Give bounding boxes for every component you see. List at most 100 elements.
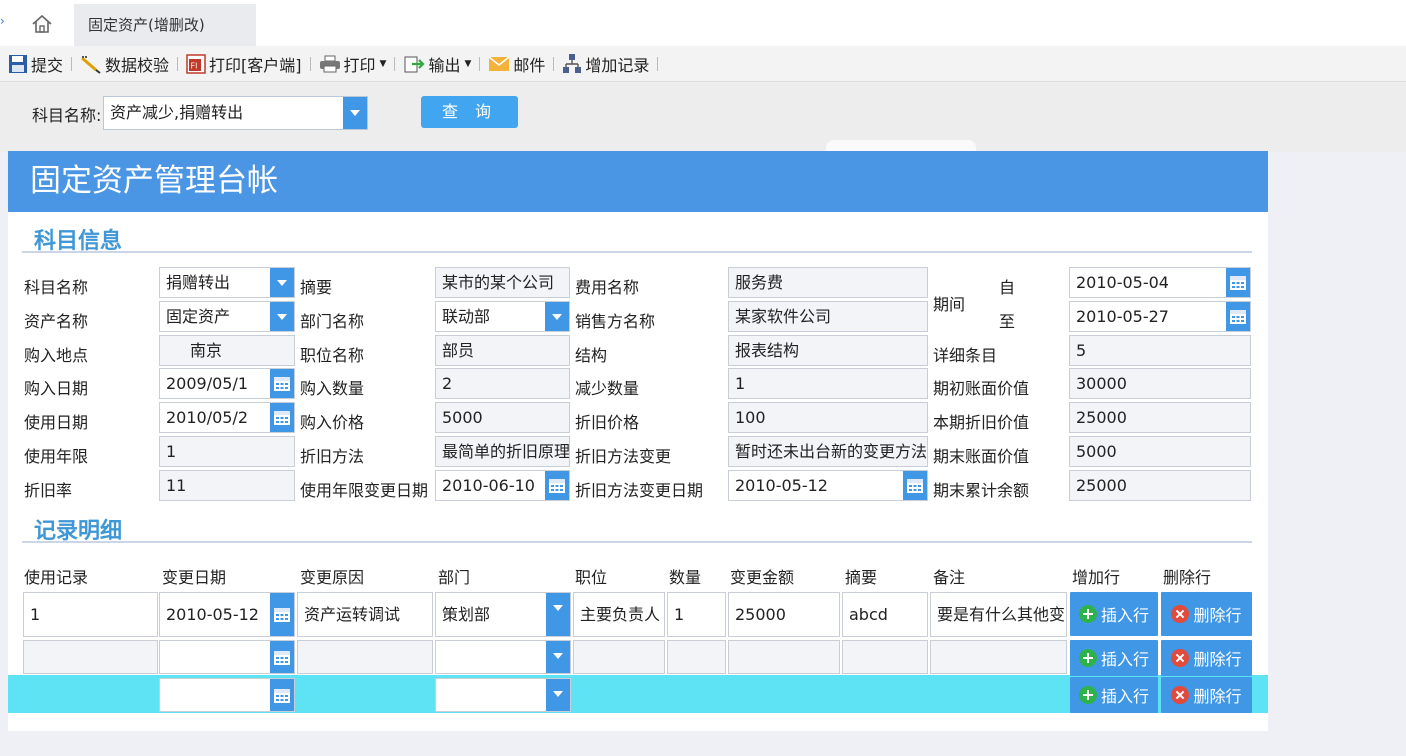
depr-method-field[interactable]: 最简单的折旧原理 — [435, 436, 570, 467]
table-cell-position[interactable]: 主要负责人 — [573, 592, 665, 637]
subject-name-select[interactable]: 捐赠转出 — [159, 267, 295, 298]
print-client-button[interactable]: Fl 打印[客户端] — [186, 46, 302, 82]
col-header-remark: 备注 — [933, 568, 966, 587]
period-to-field[interactable]: 2010-05-27 — [1069, 301, 1251, 332]
calendar-icon[interactable] — [1226, 268, 1250, 297]
purchase-place-field[interactable]: 南京 — [159, 335, 295, 366]
table-cell-qty[interactable] — [667, 640, 726, 674]
table-cell-amount[interactable]: 25000 — [728, 592, 840, 637]
report-panel: 固定资产管理台帐 科目信息 科目名称 资产名称 购入地点 购入日期 使用日期 使… — [8, 151, 1268, 731]
dept-name-select[interactable]: 联动部 — [435, 301, 570, 332]
chevron-down-icon[interactable] — [546, 593, 570, 636]
table-cell-remark[interactable] — [930, 640, 1067, 674]
depr-method-change-field[interactable]: 暂时还未出台新的变更方法 — [728, 436, 928, 467]
detail-count-field[interactable]: 5 — [1069, 335, 1251, 366]
table-cell-amount[interactable] — [728, 640, 840, 674]
table-cell-reason[interactable]: 资产运转调试 — [297, 592, 433, 637]
closing-accum-balance-field[interactable]: 25000 — [1069, 470, 1251, 501]
use-years-field[interactable]: 1 — [159, 436, 295, 467]
table-cell-remark[interactable]: 要是有什么其他变 — [930, 592, 1067, 637]
table-cell-record[interactable]: 1 — [23, 592, 158, 637]
calendar-icon[interactable] — [545, 471, 569, 500]
query-button[interactable]: 查 询 — [421, 96, 518, 128]
chevron-down-icon[interactable] — [270, 268, 294, 297]
chevron-down-icon[interactable] — [546, 679, 570, 711]
chevron-down-icon[interactable] — [343, 97, 367, 129]
submit-button[interactable]: 提交 — [8, 46, 63, 82]
mail-button[interactable]: 邮件 — [488, 46, 545, 82]
label-depr-method-change-date: 折旧方法变更日期 — [575, 481, 704, 500]
calendar-icon[interactable] — [270, 403, 294, 432]
calendar-icon[interactable] — [270, 369, 294, 398]
calendar-icon[interactable] — [1226, 302, 1250, 331]
table-cell-date[interactable] — [159, 640, 295, 674]
label-years-change-date: 使用年限变更日期 — [300, 481, 429, 500]
query-subject-select[interactable]: 资产减少,捐赠转出 — [103, 96, 368, 130]
delete-row-button[interactable]: 删除行 — [1161, 592, 1252, 636]
table-cell-summary[interactable]: abcd — [842, 592, 928, 637]
table-cell-date[interactable] — [159, 678, 295, 712]
decrease-qty-field[interactable]: 1 — [728, 368, 928, 399]
current-depr-value-field[interactable]: 25000 — [1069, 402, 1251, 433]
calendar-icon[interactable] — [270, 679, 294, 711]
asset-name-select[interactable]: 固定资产 — [159, 301, 295, 332]
calendar-icon[interactable] — [270, 593, 294, 636]
insert-row-button[interactable]: 插入行 — [1070, 592, 1158, 636]
print-label: 打印 — [343, 55, 376, 75]
table-cell-record[interactable] — [23, 640, 158, 674]
delete-row-button[interactable]: 删除行 — [1161, 640, 1252, 676]
export-button[interactable]: 输出 ▼ — [403, 46, 471, 82]
top-bar: › 固定资产(增删改) — [0, 0, 1406, 46]
table-cell-dept[interactable]: 策划部 — [435, 592, 571, 637]
validate-button[interactable]: 数据校验 — [80, 46, 169, 82]
tab-fixed-assets[interactable]: 固定资产(增删改) — [74, 4, 256, 46]
table-cell-dept[interactable] — [435, 640, 571, 674]
table-cell-dept[interactable] — [435, 678, 571, 712]
purchase-qty-field[interactable]: 2 — [435, 368, 570, 399]
table-cell-date[interactable]: 2010-05-12 — [159, 592, 295, 637]
print-button[interactable]: 打印 ▼ — [319, 46, 386, 82]
label-dept-name: 部门名称 — [300, 312, 365, 331]
structure-field[interactable]: 报表结构 — [728, 335, 928, 366]
calendar-icon[interactable] — [270, 641, 294, 673]
pdf-icon: Fl — [186, 53, 206, 74]
insert-row-button[interactable]: 插入行 — [1070, 640, 1158, 676]
label-current-depr-value: 本期折旧价值 — [933, 413, 1030, 432]
depr-rate-field[interactable]: 11 — [159, 470, 295, 501]
add-record-button[interactable]: 增加记录 — [562, 46, 649, 82]
dept-value: 策划部 — [442, 605, 491, 624]
depr-method-change-date-field[interactable]: 2010-05-12 — [728, 470, 928, 501]
closing-book-value-field[interactable]: 5000 — [1069, 436, 1251, 467]
fee-name-field[interactable]: 服务费 — [728, 267, 928, 298]
table-cell-qty[interactable]: 1 — [667, 592, 726, 637]
label-structure: 结构 — [575, 346, 608, 365]
add-record-icon — [563, 53, 582, 73]
chevron-down-icon[interactable] — [546, 641, 570, 673]
delete-row-label: 删除行 — [1193, 606, 1242, 625]
home-icon[interactable] — [24, 6, 60, 42]
depr-price-field[interactable]: 100 — [728, 402, 928, 433]
chevron-down-icon[interactable] — [270, 302, 294, 331]
seller-name-field[interactable]: 某家软件公司 — [728, 301, 928, 332]
chevron-down-icon[interactable] — [545, 302, 569, 331]
export-icon — [404, 56, 426, 72]
purchase-date-field[interactable]: 2009/05/1 — [159, 368, 295, 399]
calendar-icon[interactable] — [903, 471, 927, 500]
table-cell-summary[interactable] — [842, 640, 928, 674]
table-cell-position[interactable] — [573, 640, 665, 674]
opening-book-value-field[interactable]: 30000 — [1069, 368, 1251, 399]
collapse-chevron-icon[interactable]: › — [0, 14, 5, 28]
summary-field[interactable]: 某市的某个公司 — [435, 267, 570, 298]
use-date-field[interactable]: 2010/05/2 — [159, 402, 295, 433]
print-client-label: 打印[客户端] — [209, 55, 302, 75]
years-change-date-field[interactable]: 2010-06-10 — [435, 470, 570, 501]
table-cell-reason[interactable] — [297, 640, 433, 674]
validate-label: 数据校验 — [105, 55, 170, 75]
insert-row-button[interactable]: 插入行 — [1070, 677, 1158, 713]
position-name-field[interactable]: 部员 — [435, 335, 570, 366]
purchase-price-field[interactable]: 5000 — [435, 402, 570, 433]
delete-row-button[interactable]: 删除行 — [1161, 677, 1252, 713]
delete-icon — [1171, 649, 1190, 667]
period-from-field[interactable]: 2010-05-04 — [1069, 267, 1251, 298]
depr-method-change-date-value: 2010-05-12 — [735, 476, 828, 495]
